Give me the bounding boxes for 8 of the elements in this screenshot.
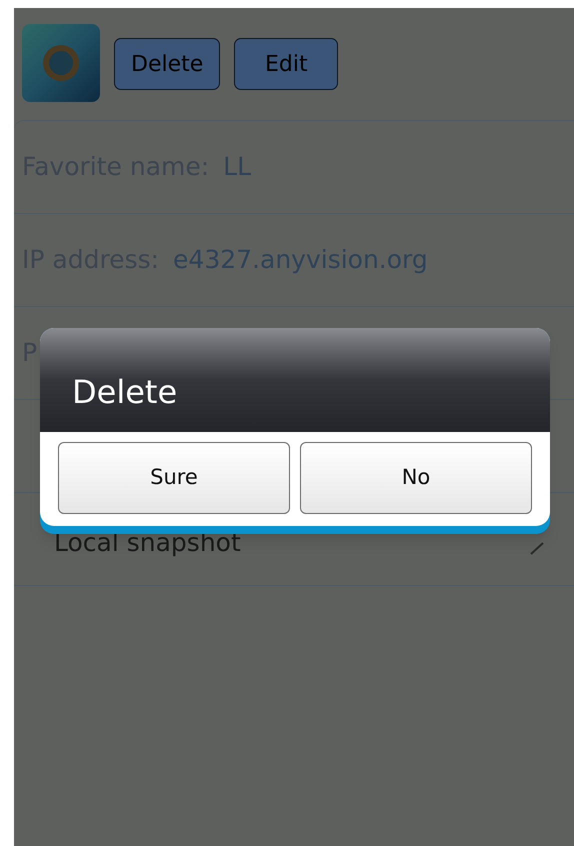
dialog-button[interactable]: No [300,442,532,514]
row-label[interactable]: Local snapshot [54,530,241,555]
chevron-icon [530,542,544,555]
dialog-title: Delete [72,376,178,408]
dialog-button[interactable]: Sure [58,442,290,514]
toolbar-button[interactable]: Delete [114,38,220,90]
camera-app-icon [22,24,100,102]
toolbar-button[interactable]: Edit [234,38,338,90]
